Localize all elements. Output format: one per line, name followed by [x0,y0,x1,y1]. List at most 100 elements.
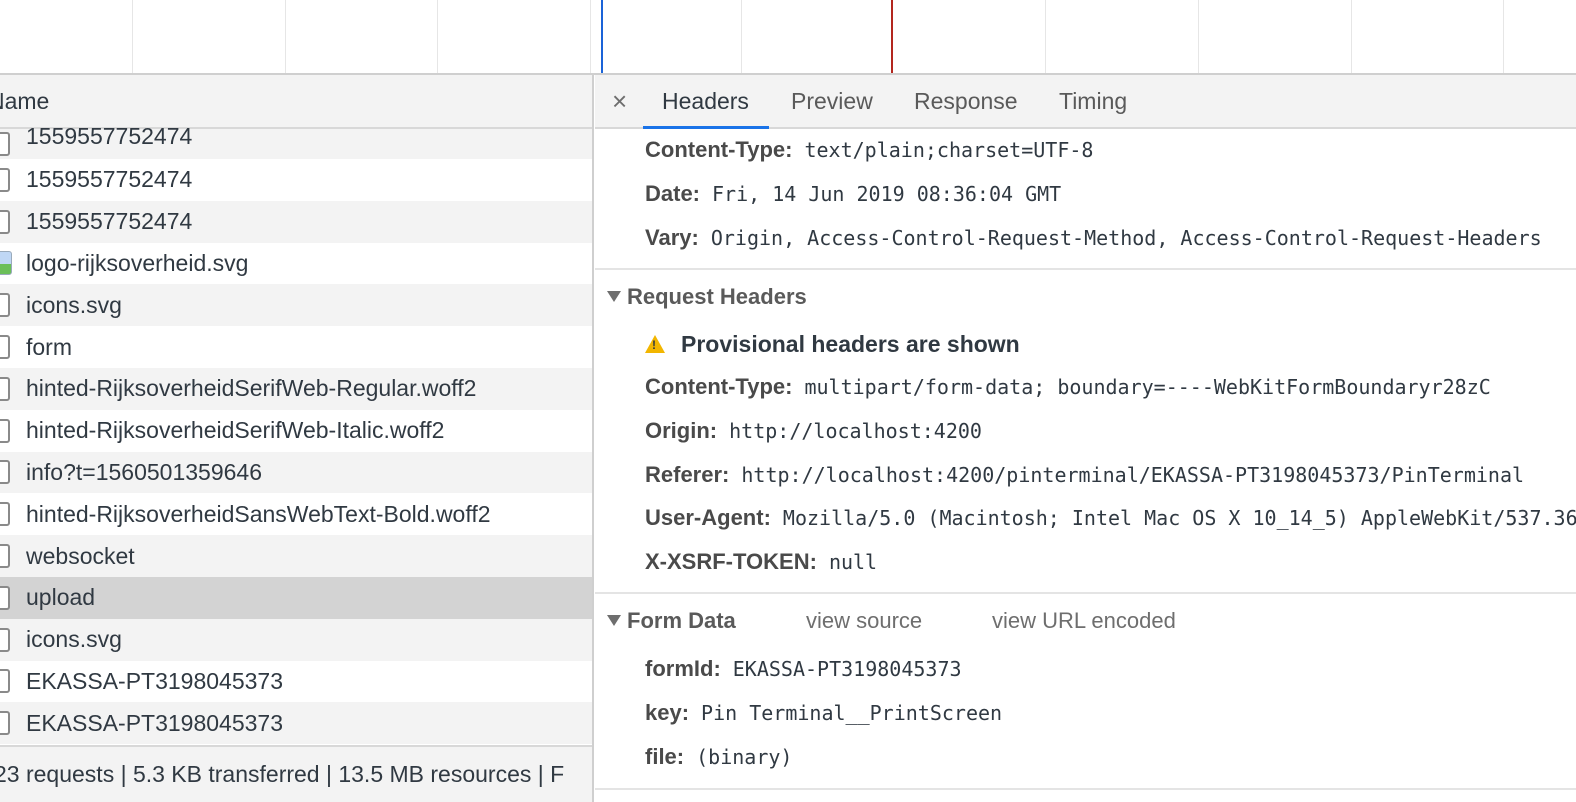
request-row[interactable]: info?t=1560501359646 [0,451,592,494]
request-row[interactable]: EKASSA-PT3198045373 [0,702,592,745]
network-summary-text: 23 requests | 5.3 KB transferred | 13.5 … [0,761,565,787]
request-name: hinted-RijksoverheidSansWebText-Bold.wof… [26,500,491,527]
header-row: Referer: http://localhost:4200/pintermina… [645,460,1524,490]
request-row[interactable]: EKASSA-PT3198045373 [0,660,592,703]
file-icon [0,585,10,610]
request-row[interactable]: icons.svg [0,618,592,661]
file-icon [0,209,10,234]
tab-headers[interactable]: Headers [643,75,769,129]
header-value: null [828,550,878,574]
close-icon[interactable]: × [612,85,627,117]
request-name: 1559557752474 [26,123,193,149]
warning-icon [645,335,665,353]
timeline-gridline [590,0,591,73]
form-data-value: Pin Terminal__PrintScreen [701,701,1003,725]
form-data-row: key: Pin Terminal__PrintScreen [645,698,1002,728]
file-icon [0,669,10,694]
header-value: Mozilla/5.0 (Macintosh; Intel Mac OS X 1… [782,506,1576,530]
header-key: Content-Type: [645,137,793,162]
view-url-encoded-link[interactable]: view URL encoded [992,606,1176,636]
request-headers-title: Request Headers [627,284,807,309]
image-icon [0,251,12,276]
request-row[interactable]: hinted-RijksoverheidSerifWeb-Italic.woff… [0,409,592,452]
request-headers-section-toggle[interactable]: Request Headers [607,282,807,312]
timeline-gridline [1045,0,1046,73]
request-row[interactable]: 1559557752474 [0,123,592,159]
request-name: form [26,333,72,360]
header-row: X-XSRF-TOKEN: null [645,547,877,577]
collapse-triangle-icon [607,290,621,302]
form-data-key: file: [645,744,685,769]
header-row: Origin: http://localhost:4200 [645,416,982,446]
collapse-triangle-icon [607,614,621,626]
request-row[interactable]: form [0,326,592,368]
header-row: User-Agent: Mozilla/5.0 (Macintosh; Intel… [645,503,1576,533]
header-key: Content-Type: [645,374,793,399]
request-row[interactable]: 1559557752474 [0,159,592,201]
request-name: websocket [26,542,135,569]
header-key: Referer: [645,462,730,487]
request-name: icons.svg [26,291,122,318]
name-column-header[interactable]: Name [0,75,592,129]
request-row[interactable]: icons.svg [0,284,592,327]
request-name: upload [26,584,96,611]
request-row[interactable]: hinted-RijksoverheidSerifWeb-Regular.wof… [0,367,592,410]
detail-tabbar: × Headers Preview Response Timing [595,75,1576,129]
section-divider [595,592,1576,594]
request-row[interactable]: 1559557752474 [0,200,592,243]
request-name: 1559557752474 [26,208,193,235]
header-value: Origin, Access-Control-Request-Method, A… [710,226,1542,250]
form-data-value: (binary) [696,745,793,769]
file-icon [0,167,10,192]
header-row: Date: Fri, 14 Jun 2019 08:36:04 GMT [645,179,1061,209]
timeline-gridline [1503,0,1504,73]
file-icon [0,711,10,736]
section-divider [595,268,1576,270]
tab-response[interactable]: Response [914,75,1018,127]
form-data-key: formId: [645,656,721,681]
request-detail-pane: × Headers Preview Response Timing Conten… [595,75,1576,802]
header-value: text/plain;charset=UTF-8 [804,138,1094,162]
form-data-title: Form Data [627,608,736,633]
request-name: 1559557752474 [26,166,193,193]
section-divider [595,788,1576,790]
network-timeline-overview[interactable] [0,0,1576,75]
file-icon [0,335,10,360]
request-list-pane: Name 1559557752474 1559557752474 1559557… [0,75,594,802]
header-key: Vary: [645,225,699,250]
network-summary-status-bar: 23 requests | 5.3 KB transferred | 13.5 … [0,745,592,802]
request-row[interactable]: logo-rijksoverheid.svg [0,242,592,285]
request-row[interactable]: websocket [0,535,592,577]
header-row: Content-Type: text/plain;charset=UTF-8 [645,135,1093,165]
file-icon [0,376,10,401]
form-data-key: key: [645,700,690,725]
header-value: http://localhost:4200/pinterminal/EKASSA… [741,463,1525,487]
request-name: hinted-RijksoverheidSerifWeb-Italic.woff… [26,417,445,444]
name-column-header-label: Name [0,88,50,114]
timeline-gridline [437,0,438,73]
header-key: X-XSRF-TOKEN: [645,549,817,574]
header-value: http://localhost:4200 [729,419,982,443]
tab-preview[interactable]: Preview [791,75,873,127]
request-name: icons.svg [26,626,122,653]
form-data-value: EKASSA-PT3198045373 [732,657,962,681]
file-icon [0,418,10,443]
file-icon [0,293,10,318]
request-rows: 1559557752474 1559557752474 155955775247… [0,123,592,745]
header-value: multipart/form-data; boundary=----WebKit… [804,375,1491,399]
view-source-link[interactable]: view source [806,606,922,636]
request-row-selected[interactable]: upload [0,576,592,619]
request-name: EKASSA-PT3198045373 [26,667,284,694]
provisional-headers-warning: Provisional headers are shown [645,329,1020,359]
request-row[interactable]: hinted-RijksoverheidSansWebText-Bold.wof… [0,493,592,536]
header-key: Date: [645,181,701,206]
file-icon [0,544,10,569]
form-data-row: formId: EKASSA-PT3198045373 [645,654,962,684]
request-name: EKASSA-PT3198045373 [26,709,284,736]
request-name: info?t=1560501359646 [26,458,262,485]
form-data-section-toggle[interactable]: Form Data [607,606,736,636]
tab-timing[interactable]: Timing [1059,75,1127,127]
request-name: hinted-RijksoverheidSerifWeb-Regular.wof… [26,375,477,402]
header-key: User-Agent: [645,505,771,530]
header-value: Fri, 14 Jun 2019 08:36:04 GMT [712,182,1062,206]
